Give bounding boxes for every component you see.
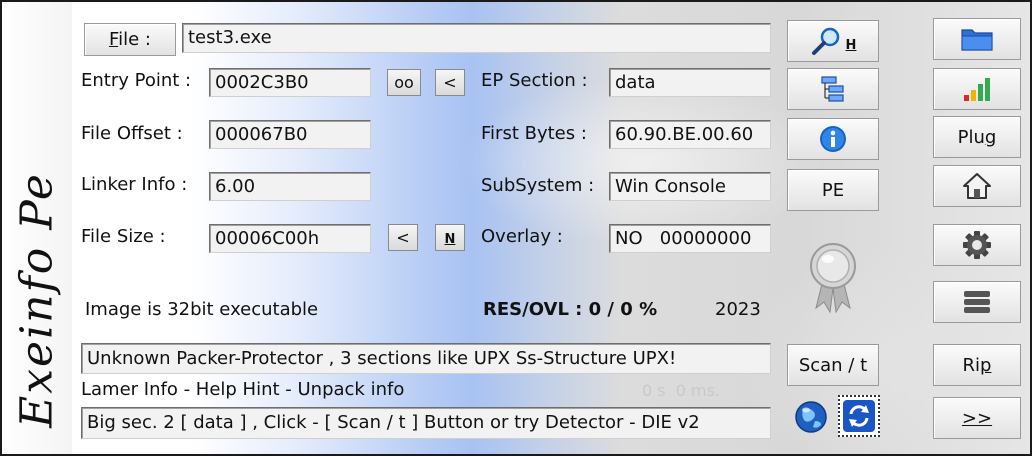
overlay-field[interactable]: NO 00000000 — [609, 224, 771, 253]
signal-button[interactable] — [933, 68, 1021, 110]
file-offset-label: File Offset : — [81, 123, 183, 144]
globe-button[interactable] — [793, 399, 829, 435]
entry-point-field[interactable]: 0002C3B0 — [209, 68, 371, 97]
folder-icon — [960, 25, 994, 53]
home-button[interactable] — [933, 165, 1021, 207]
entry-point-label: Entry Point : — [81, 70, 192, 91]
scan-time-text: 0 s 0 ms. — [642, 381, 721, 400]
refresh-button[interactable] — [838, 395, 880, 437]
file-size-prev-button[interactable]: < — [388, 224, 418, 251]
menu-button[interactable] — [933, 281, 1021, 323]
stack-icon — [962, 289, 992, 315]
res-ovl-text: RES/OVL : 0 / 0 % — [483, 299, 658, 320]
settings-button[interactable] — [933, 224, 1021, 266]
file-size-field[interactable]: 00006C00h — [209, 224, 371, 253]
first-bytes-field[interactable]: 60.90.BE.00.60 — [609, 120, 771, 149]
search-h-label: H — [845, 37, 857, 53]
info-button[interactable] — [787, 118, 879, 160]
image-type-text: Image is 32bit executable — [85, 299, 319, 320]
file-size-n-button[interactable]: N — [435, 224, 465, 251]
file-offset-field[interactable]: 000067B0 — [209, 120, 371, 149]
subsystem-label: SubSystem : — [481, 175, 595, 196]
hint-label: Lamer Info - Help Hint - Unpack info — [81, 379, 405, 400]
detection-result-field[interactable]: Unknown Packer-Protector , 3 sections li… — [81, 343, 771, 374]
exeinfo-logo: Exeinfo Pe — [11, 172, 63, 428]
hint-field[interactable]: Big sec. 2 [ data ] , Click - [ Scan / t… — [81, 407, 771, 439]
oo-button[interactable]: oo — [387, 69, 421, 96]
entry-point-prev-button[interactable]: < — [435, 69, 465, 96]
tree-structure-icon — [818, 74, 848, 104]
section-tree-button[interactable] — [787, 68, 879, 110]
signal-bars-icon — [960, 75, 994, 103]
pe-button[interactable]: PE — [787, 169, 879, 211]
scan-button[interactable]: Scan / t — [787, 344, 879, 386]
open-folder-button[interactable] — [933, 18, 1021, 60]
overlay-label: Overlay : — [481, 226, 563, 247]
file-size-n-label: N — [444, 232, 456, 247]
linker-info-label: Linker Info : — [81, 174, 188, 195]
subsystem-field[interactable]: Win Console — [609, 172, 771, 201]
rip-button-text: Ri — [962, 354, 981, 376]
file-button-hotkey: F — [109, 29, 119, 50]
ep-section-field[interactable]: data — [609, 68, 771, 97]
first-bytes-label: First Bytes : — [481, 123, 587, 144]
year-text: 2023 — [715, 299, 761, 320]
rip-button[interactable]: Ri p — [933, 344, 1021, 386]
award-badge-icon — [802, 240, 864, 314]
plug-button[interactable]: Plu g — [933, 116, 1021, 158]
gear-icon — [961, 229, 993, 261]
search-h-button[interactable]: H — [787, 20, 879, 62]
file-button-label: ile : — [118, 29, 151, 50]
rip-button-hotkey: p — [980, 354, 992, 376]
next-button-label: >> — [961, 407, 993, 429]
ep-section-label: EP Section : — [481, 70, 588, 91]
globe-icon — [793, 399, 829, 435]
exeinfo-window: Exeinfo Pe File : test3.exe Entry Point … — [0, 0, 1032, 456]
home-icon — [961, 171, 993, 201]
magnifier-icon — [810, 26, 842, 56]
file-name-field[interactable]: test3.exe — [182, 23, 771, 53]
info-icon — [818, 124, 848, 154]
file-size-label: File Size : — [81, 226, 166, 247]
linker-info-field[interactable]: 6.00 — [209, 172, 371, 201]
refresh-icon — [842, 399, 876, 433]
plug-button-hotkey: g — [984, 126, 997, 148]
plug-button-text: Plu — [957, 126, 985, 148]
file-button[interactable]: File : — [84, 23, 176, 56]
next-button[interactable]: >> — [933, 397, 1021, 439]
